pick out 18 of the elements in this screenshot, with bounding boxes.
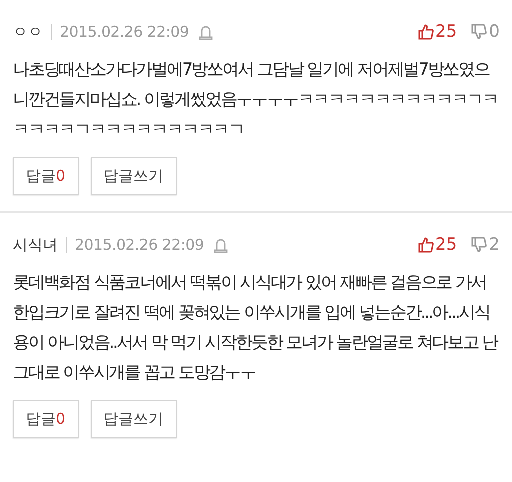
alarm-light-icon[interactable] — [214, 237, 228, 253]
comment-date: 2015.02.26 22:09 — [75, 236, 204, 254]
like-button[interactable]: 25 — [418, 235, 458, 255]
comment-author: 시식녀 — [13, 236, 58, 254]
thumbs-up-icon — [418, 24, 434, 40]
comment-text: 롯데백화점 식품코너에서 떡볶이 시식대가 있어 재빠른 걸음으로 가서 한입크기로 잘려진 떡에 꽂혀있는 이쑤시개를 입에 넣는순간...아...시식용이 아니었음..서서 막 먹기 시작한듯한 모녀가 놀란얼굴로 쳐다보고 난 그대로 이쑤시개를 꼽고 도망감ㅜㅜ — [13, 272, 500, 385]
write-reply-button[interactable]: 답글쓰기 — [90, 400, 177, 438]
thumbs-down-icon — [471, 237, 488, 253]
write-reply-button[interactable]: 답글쓰기 — [90, 157, 177, 195]
thumbs-up-icon — [418, 237, 434, 253]
like-button[interactable]: 25 — [418, 22, 458, 42]
thumbs-down-icon — [471, 24, 488, 40]
comment-date: 2015.02.26 22:09 — [60, 23, 190, 41]
replies-button[interactable]: 답글0 — [13, 400, 79, 438]
comment-text: 나초딩때산소가다가벌에7방쏘여서 그담날 일기에 저어제벌7방쏘였으니깐건들지마십쇼. 이렇게썼었음ㅜㅜㅜㅜㅋㅋㅋㅋㅋㅋㅋㅋㅋㅋㅋㄱㅋㅋㅋㅋㅋㄱㅋㅋㅋㅋㅋㅋㅋㅋㅋㄱ — [13, 59, 500, 142]
replies-button[interactable]: 답글0 — [13, 157, 79, 195]
alarm-light-icon[interactable] — [199, 24, 214, 40]
comment-author: ㅇㅇ — [13, 22, 43, 42]
